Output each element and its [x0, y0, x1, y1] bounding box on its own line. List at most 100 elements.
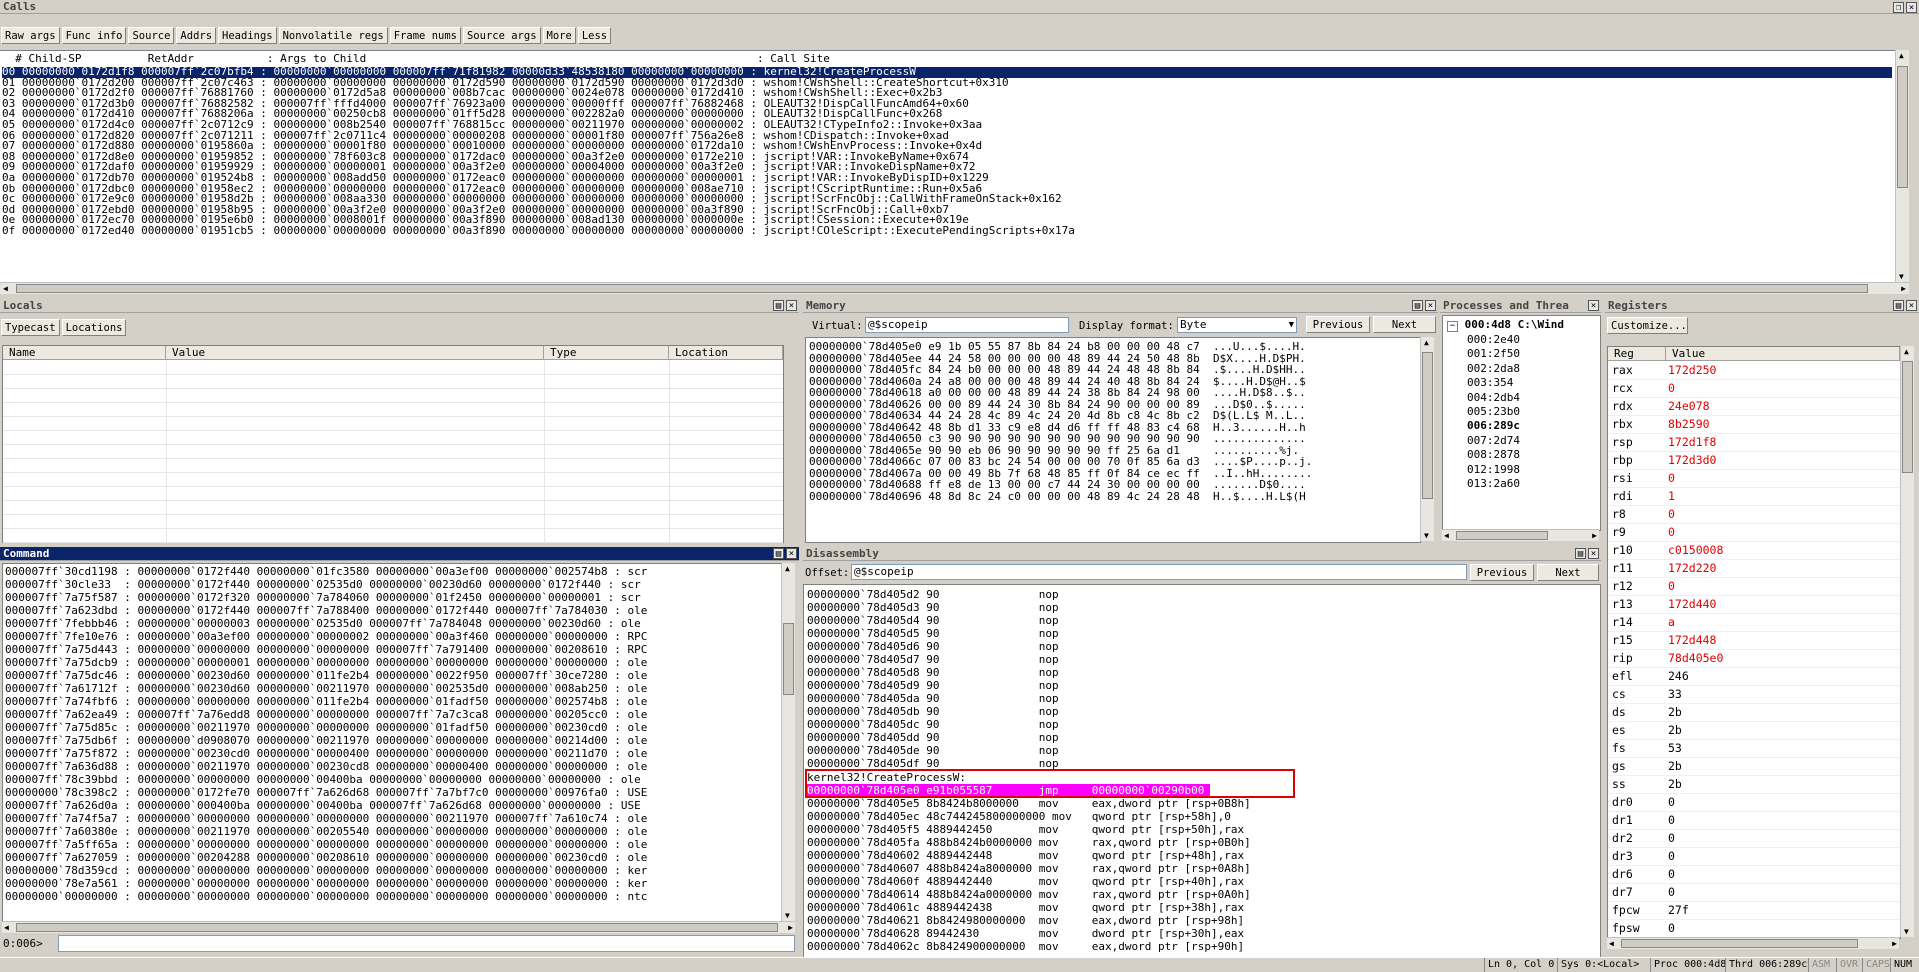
- close-icon[interactable]: ×: [1906, 2, 1917, 13]
- registers-vscrollbar[interactable]: ▲ ▼: [1900, 346, 1914, 937]
- register-row[interactable]: rdi 1: [1608, 488, 1900, 506]
- scroll-down-icon[interactable]: ▼: [1904, 927, 1909, 936]
- call-stack-row[interactable]: 0f 00000000`0172ed40 00000000`01951cb5 :…: [2, 225, 1892, 237]
- dock-icon[interactable]: ▤: [1412, 300, 1423, 311]
- disasm-line[interactable]: 00000000`78d405d5 90 nop: [807, 627, 1059, 640]
- disasm-line[interactable]: 00000000`78d4062c 8b8424900000000 mov ea…: [807, 940, 1251, 953]
- register-row[interactable]: fs 53: [1608, 740, 1900, 758]
- disasm-line[interactable]: 00000000`78d405d2 90 nop: [807, 588, 1059, 601]
- register-value[interactable]: 172d448: [1668, 632, 1716, 649]
- register-value[interactable]: 172d3d0: [1668, 452, 1716, 469]
- disasm-line[interactable]: 00000000`78d405d9 90 nop: [807, 679, 1059, 692]
- col-reg[interactable]: Reg: [1608, 347, 1666, 361]
- register-value[interactable]: 172d250: [1668, 362, 1716, 379]
- offset-input[interactable]: @$scopeip: [851, 564, 1467, 580]
- register-row[interactable]: dr6 0: [1608, 866, 1900, 884]
- close-icon[interactable]: ×: [1588, 548, 1599, 559]
- register-value[interactable]: 0: [1668, 830, 1675, 847]
- calls-vscrollbar[interactable]: ▲ ▼: [1895, 50, 1909, 282]
- register-value[interactable]: 0: [1668, 524, 1675, 541]
- register-row[interactable]: r13 172d440: [1608, 596, 1900, 614]
- close-icon[interactable]: ×: [1588, 300, 1599, 311]
- disassembly-view[interactable]: 00000000`78d405d2 90 nop 00000000`78d405d…: [803, 584, 1601, 957]
- scroll-thumb[interactable]: [1897, 66, 1908, 188]
- scroll-thumb[interactable]: [16, 923, 778, 932]
- col-name[interactable]: Name: [3, 346, 166, 360]
- disasm-line[interactable]: 00000000`78d405de 90 nop: [807, 744, 1059, 757]
- scroll-up-icon[interactable]: ▲: [1899, 51, 1904, 60]
- register-value[interactable]: 0: [1668, 812, 1675, 829]
- register-row[interactable]: r14 a: [1608, 614, 1900, 632]
- scroll-down-icon[interactable]: ▼: [785, 911, 790, 920]
- scroll-down-icon[interactable]: ▼: [1424, 531, 1429, 540]
- register-row[interactable]: ds 2b: [1608, 704, 1900, 722]
- disasm-line[interactable]: 00000000`78d40628 89442430 mov dword ptr…: [807, 927, 1251, 940]
- register-value[interactable]: 0: [1668, 866, 1675, 883]
- memory-view[interactable]: 00000000`78d405e0 e9 1b 05 55 87 8b 84 2…: [805, 337, 1421, 543]
- register-value[interactable]: 0: [1668, 884, 1675, 901]
- disasm-line[interactable]: 00000000`78d40621 8b8424980000000 mov ea…: [807, 914, 1251, 927]
- disasm-line[interactable]: 00000000`78d405d3 90 nop: [807, 601, 1059, 614]
- scroll-left-icon[interactable]: ◀: [1444, 531, 1449, 540]
- register-value[interactable]: 0: [1668, 506, 1675, 523]
- source-args-button[interactable]: Source args: [462, 27, 541, 44]
- register-row[interactable]: r11 172d220: [1608, 560, 1900, 578]
- col-reg-value[interactable]: Value: [1666, 347, 1900, 361]
- scroll-up-icon[interactable]: ▲: [1424, 338, 1429, 347]
- process-tree[interactable]: − 000:4d8 C:\Wind 000:2e40 001:2f50 002:2d…: [1442, 315, 1601, 531]
- register-row[interactable]: rsp 172d1f8: [1608, 434, 1900, 452]
- scroll-thumb[interactable]: [1621, 939, 1858, 948]
- thread-item[interactable]: 008:2878: [1467, 448, 1520, 462]
- thread-item[interactable]: 003:354: [1467, 376, 1520, 390]
- register-row[interactable]: dr2 0: [1608, 830, 1900, 848]
- disasm-line[interactable]: 00000000`78d405dc 90 nop: [807, 718, 1059, 731]
- register-row[interactable]: r9 0: [1608, 524, 1900, 542]
- processes-hscrollbar[interactable]: ◀ ▶: [1442, 529, 1599, 541]
- close-icon[interactable]: ×: [786, 300, 797, 311]
- memory-vscrollbar[interactable]: ▲ ▼: [1420, 337, 1434, 541]
- less-button[interactable]: Less: [577, 27, 612, 44]
- register-value[interactable]: c0150008: [1668, 542, 1723, 559]
- register-value[interactable]: 2b: [1668, 758, 1682, 775]
- headings-button[interactable]: Headings: [218, 27, 277, 44]
- command-input[interactable]: [58, 935, 795, 952]
- register-value[interactable]: 27f: [1668, 902, 1689, 919]
- register-value[interactable]: 2b: [1668, 722, 1682, 739]
- disasm-line[interactable]: 00000000`78d405db 90 nop: [807, 705, 1059, 718]
- scroll-left-icon[interactable]: ◀: [4, 923, 9, 932]
- disasm-line[interactable]: 00000000`78d40614 488b8424a0000000 mov r…: [807, 888, 1251, 901]
- func-info-button[interactable]: Func info: [61, 27, 127, 44]
- scroll-down-icon[interactable]: ▼: [1899, 272, 1904, 281]
- disasm-line[interactable]: 00000000`78d40602 4889442448 mov qword p…: [807, 849, 1251, 862]
- scroll-left-icon[interactable]: ◀: [3, 284, 8, 293]
- disasm-line[interactable]: 00000000`78d405d6 90 nop: [807, 640, 1059, 653]
- dock-icon[interactable]: ▤: [773, 548, 784, 559]
- frame-nums-button[interactable]: Frame nums: [389, 27, 461, 44]
- virtual-address-input[interactable]: @$scopeip: [865, 317, 1069, 333]
- register-row[interactable]: rip 78d405e0: [1608, 650, 1900, 668]
- disasm-line[interactable]: 00000000`78d405d7 90 nop: [807, 653, 1059, 666]
- thread-item[interactable]: 013:2a60: [1467, 477, 1520, 491]
- register-row[interactable]: r10 c0150008: [1608, 542, 1900, 560]
- col-location[interactable]: Location: [669, 346, 783, 360]
- disasm-line[interactable]: 00000000`78d4060f 4889442440 mov qword p…: [807, 875, 1251, 888]
- scroll-thumb[interactable]: [1456, 531, 1548, 540]
- memory-next-button[interactable]: Next: [1373, 316, 1436, 333]
- register-value[interactable]: 24e078: [1668, 398, 1710, 415]
- register-value[interactable]: 0: [1668, 848, 1675, 865]
- close-icon[interactable]: ×: [786, 548, 797, 559]
- nonvolatile-regs-button[interactable]: Nonvolatile regs: [278, 27, 388, 44]
- register-row[interactable]: cs 33: [1608, 686, 1900, 704]
- scroll-right-icon[interactable]: ▶: [1901, 284, 1906, 293]
- register-value[interactable]: 8b2590: [1668, 416, 1710, 433]
- thread-item[interactable]: 012:1998: [1467, 463, 1520, 477]
- scroll-thumb[interactable]: [16, 284, 1868, 293]
- disasm-line[interactable]: 00000000`78d405e5 8b8424b8000000 mov eax…: [807, 797, 1251, 810]
- register-value[interactable]: 1: [1668, 488, 1675, 505]
- register-value[interactable]: 246: [1668, 668, 1689, 685]
- register-row[interactable]: r15 172d448: [1608, 632, 1900, 650]
- thread-item[interactable]: 001:2f50: [1467, 347, 1520, 361]
- locals-table[interactable]: Name Value Type Location: [2, 345, 784, 543]
- register-row[interactable]: rdx 24e078: [1608, 398, 1900, 416]
- register-row[interactable]: rcx 0: [1608, 380, 1900, 398]
